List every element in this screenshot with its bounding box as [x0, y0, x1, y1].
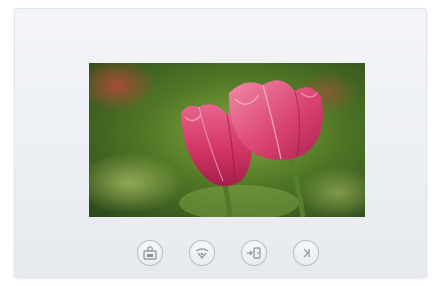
unlock-button[interactable] — [241, 240, 267, 266]
pink-tulips-photo — [89, 63, 365, 217]
talk-icon — [195, 248, 209, 259]
unlock-icon — [247, 247, 261, 259]
display-screen — [89, 63, 365, 217]
menu-icon — [303, 248, 310, 258]
monitor-button[interactable] — [137, 240, 163, 266]
menu-button[interactable] — [293, 240, 319, 266]
control-buttons — [14, 240, 427, 272]
monitor-icon — [143, 246, 157, 260]
intercom-monitor — [14, 8, 427, 278]
talk-button[interactable] — [189, 240, 215, 266]
